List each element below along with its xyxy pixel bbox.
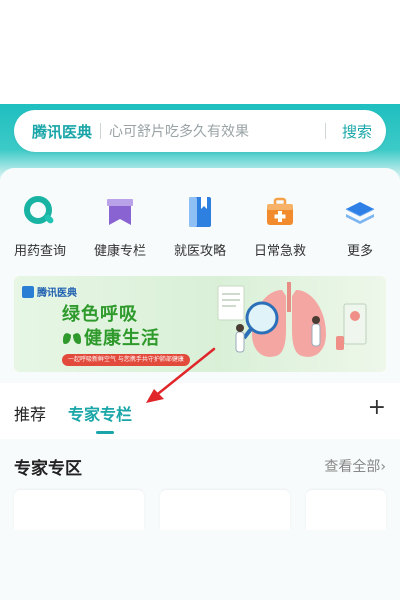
banner-headline: 绿色呼吸	[62, 304, 138, 325]
quick-action-label: 就医攻略	[173, 244, 226, 259]
lung-icon	[63, 328, 81, 344]
expert-card[interactable]	[306, 490, 386, 530]
add-tab-button[interactable]: +	[368, 395, 386, 420]
quick-action-label: 更多	[346, 244, 373, 259]
tab-recommend[interactable]: 推荐	[14, 401, 46, 425]
chevron-right-icon: ›	[380, 459, 386, 475]
layers-icon	[340, 192, 380, 232]
pill-search-icon	[20, 192, 60, 232]
quick-action-label: 用药查询	[13, 244, 66, 259]
search-bar[interactable]: 腾讯医典 心可舒片吃多久有效果 搜索	[14, 110, 386, 152]
quick-actions: 用药查询 健康专栏 就医攻略 日常急救 更多	[0, 192, 400, 259]
search-divider	[324, 123, 326, 139]
brand-logo-text: 腾讯医典	[32, 122, 93, 141]
search-divider	[100, 123, 102, 139]
expert-cards	[14, 490, 386, 530]
quick-action-medicine-lookup[interactable]: 用药查询	[0, 192, 80, 259]
banner-brand: 腾讯医典	[22, 284, 77, 299]
brand-logo-icon	[22, 285, 34, 298]
guide-book-icon	[180, 192, 220, 232]
search-input[interactable]: 心可舒片吃多久有效果	[109, 121, 317, 141]
expert-card[interactable]	[160, 490, 290, 530]
view-all-link[interactable]: 查看全部›	[324, 456, 386, 476]
section-title: 专家专区	[14, 459, 82, 479]
quick-action-health-column[interactable]: 健康专栏	[80, 192, 160, 259]
active-tab-indicator	[96, 431, 114, 434]
quick-action-first-aid[interactable]: 日常急救	[240, 192, 320, 259]
first-aid-kit-icon	[260, 192, 300, 232]
quick-action-medical-guide[interactable]: 就医攻略	[160, 192, 240, 259]
search-button[interactable]: 搜索	[342, 121, 372, 142]
lung-illustration	[217, 282, 367, 357]
quick-action-label: 健康专栏	[93, 244, 146, 259]
annotation-arrow-icon	[146, 347, 216, 403]
quick-action-more[interactable]: 更多	[320, 192, 400, 259]
expert-card[interactable]	[14, 490, 144, 530]
bookmark-column-icon	[100, 192, 140, 232]
tab-expert-column[interactable]: 专家专栏	[68, 401, 132, 425]
quick-action-label: 日常急救	[253, 244, 306, 259]
